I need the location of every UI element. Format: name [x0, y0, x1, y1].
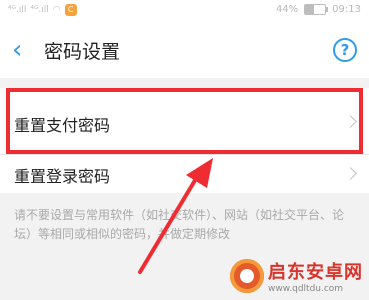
red-arrow-annotation [138, 158, 213, 274]
watermark-text: 启东安卓网 www.qdltdu.com [268, 258, 363, 294]
watermark: 启东安卓网 www.qdltdu.com [230, 258, 363, 294]
watermark-title: 启东安卓网 [268, 262, 363, 283]
watermark-url: www.qdltdu.com [268, 284, 344, 294]
watermark-logo-icon [230, 259, 264, 293]
